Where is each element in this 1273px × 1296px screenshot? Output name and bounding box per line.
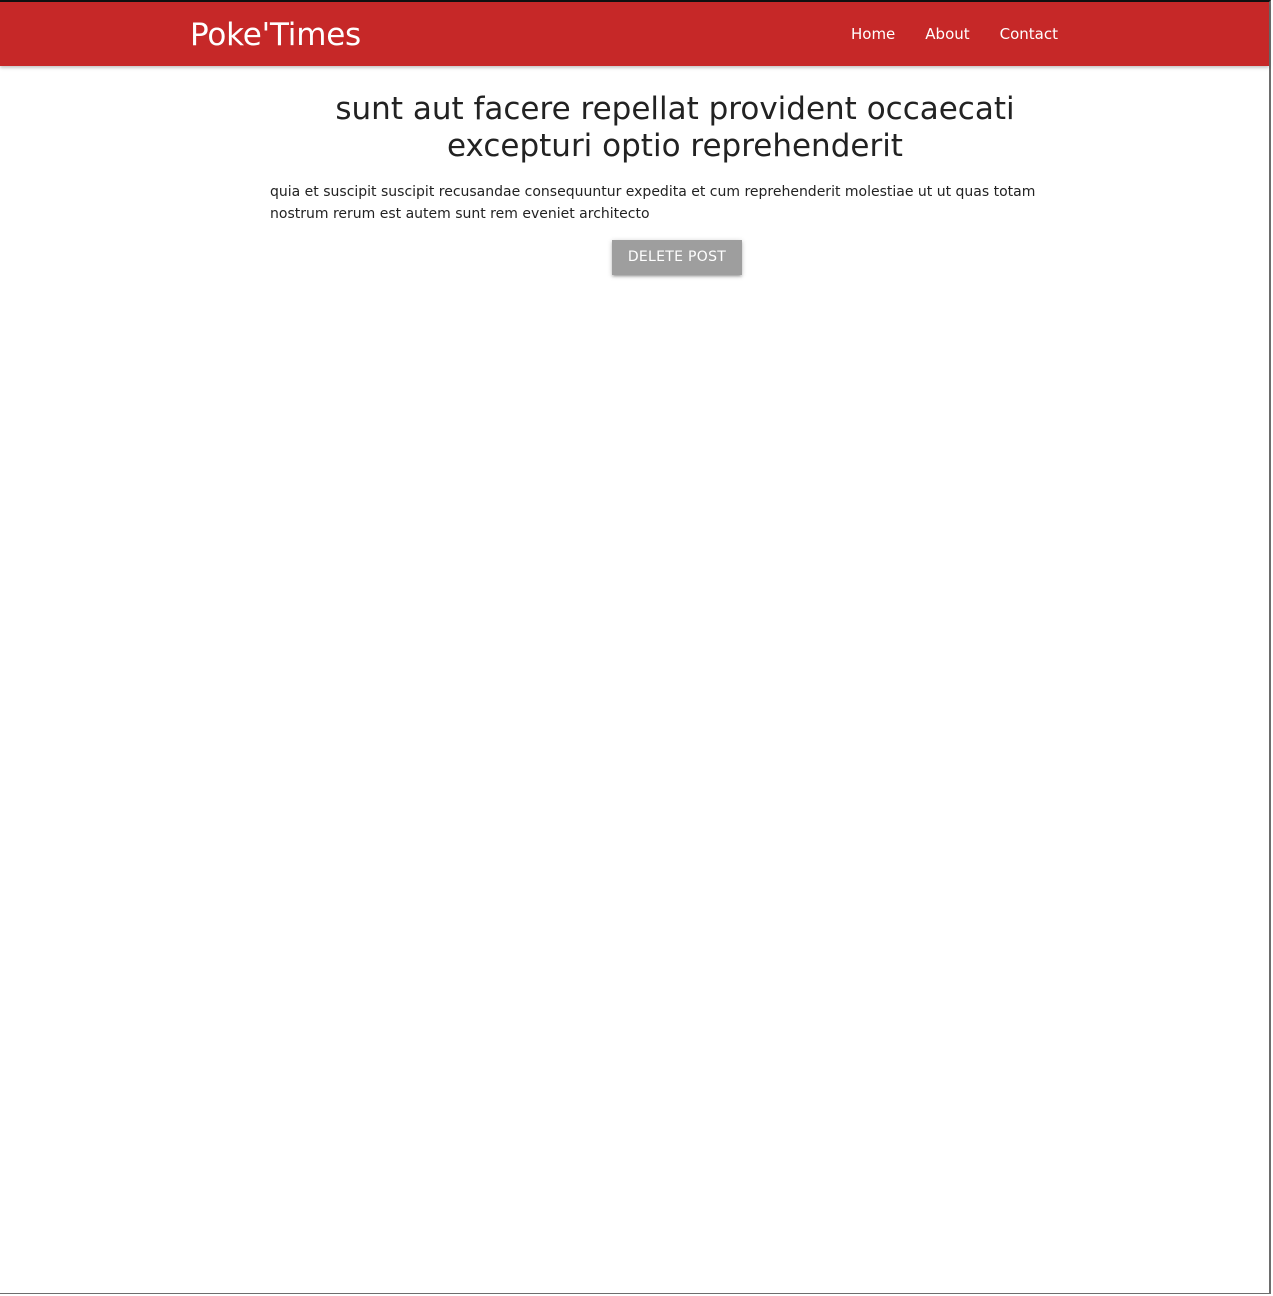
nav-link-contact[interactable]: Contact <box>985 24 1073 44</box>
post-body: quia et suscipit suscipit recusandae con… <box>270 184 1036 222</box>
delete-post-button[interactable]: DELETE POST <box>611 240 743 275</box>
post-container: sunt aut facere repellat provident occae… <box>270 66 1080 275</box>
post-title: sunt aut facere repellat provident occae… <box>335 91 1015 164</box>
brand-logo[interactable]: Poke'Times <box>190 16 361 54</box>
nav-link-about[interactable]: About <box>910 24 984 44</box>
nav-link-home[interactable]: Home <box>836 24 910 44</box>
post-actions: DELETE POST <box>270 240 1080 275</box>
navbar: Poke'Times Home About Contact <box>0 2 1269 66</box>
browser-viewport: Poke'Times Home About Contact sunt aut f… <box>0 0 1271 1294</box>
nav-links: Home About Contact <box>836 24 1073 44</box>
